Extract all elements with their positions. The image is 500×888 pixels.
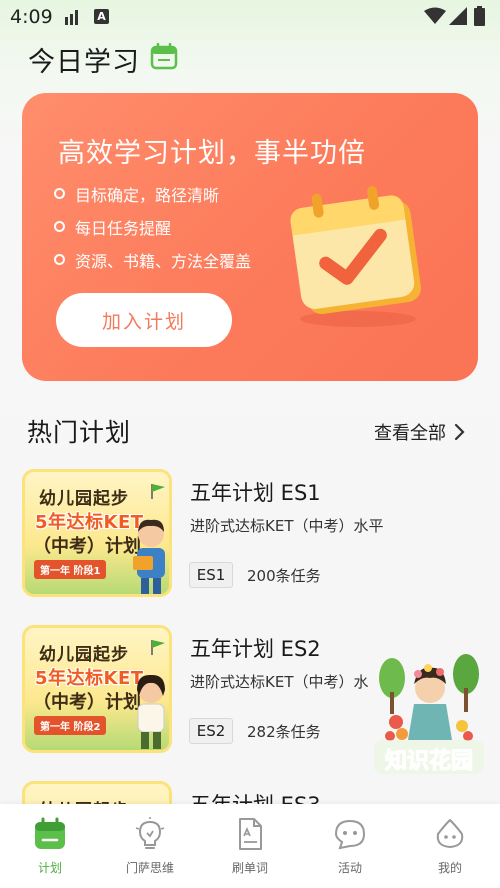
nav-label: 刷单词 xyxy=(231,861,268,875)
thumb-tag: 第一年 阶段1 xyxy=(34,560,107,579)
hero-bullet-text: 每日任务提醒 xyxy=(75,218,172,238)
hero-bullet-list: 目标确定，路径清晰 每日任务提醒 资源、书籍、方法全覆盖 xyxy=(54,177,251,276)
nav-label: 门萨思维 xyxy=(125,861,174,875)
garden-badge-label: 知识花园 xyxy=(385,748,473,774)
thumb-title: 幼儿园起步 xyxy=(39,645,129,665)
plan-description: 进阶式达标KET（中考）水平 xyxy=(190,517,384,535)
profile-face-icon xyxy=(436,819,464,848)
thumb-subtitle: （中考）计划 xyxy=(33,536,141,557)
calendar-check-illustration-icon xyxy=(290,185,421,327)
view-all-label: 查看全部 xyxy=(374,423,446,444)
nav-label: 计划 xyxy=(37,861,62,875)
a-notification-icon: A xyxy=(94,9,109,24)
hero-card: 高效学习计划，事半功倍 目标确定，路径清晰 每日任务提醒 资源、书籍、方法全覆盖… xyxy=(22,93,478,381)
plan-code-badge: ES2 xyxy=(189,718,233,744)
plan-name: 五年计划 ES1 xyxy=(190,481,321,505)
kid-reading-icon xyxy=(133,519,165,594)
hero-bullet-text: 目标确定，路径清晰 xyxy=(75,185,220,205)
bullet-circle-icon xyxy=(54,221,65,232)
lightbulb-icon xyxy=(135,817,165,849)
hero-bullet: 每日任务提醒 xyxy=(54,210,251,243)
plan-thumbnail: 幼儿园起步 5年达标KET （中考）计划 第一年 阶段1 xyxy=(22,469,172,597)
plan-task-count: 200条任务 xyxy=(247,567,321,585)
plan-description: 进阶式达标KET（中考）水 xyxy=(190,673,369,691)
flag-icon xyxy=(151,640,165,655)
nav-item-plan[interactable]: 计划 xyxy=(0,804,100,888)
plan-name: 五年计划 ES2 xyxy=(190,637,321,661)
calendar-icon[interactable] xyxy=(150,43,178,70)
document-icon xyxy=(239,818,262,850)
plan-item[interactable]: 幼儿园起步 5年达标KET （中考）计划 第一年 阶段1 五年计划 ES1 进阶… xyxy=(22,469,482,597)
join-plan-button[interactable]: 加入计划 xyxy=(56,293,232,347)
thumb-subtitle: （中考）计划 xyxy=(33,692,141,713)
calendar-icon xyxy=(35,817,65,849)
status-time: 4:09 xyxy=(10,6,53,28)
flag-icon xyxy=(151,484,165,499)
thumb-subtitle: 5年达标KET xyxy=(35,512,144,533)
page-title: 今日学习 xyxy=(28,47,140,78)
hero-bullet: 目标确定，路径清晰 xyxy=(54,177,251,210)
plan-code-badge: ES1 xyxy=(189,562,233,588)
nav-item-words[interactable]: 刷单词 xyxy=(200,804,300,888)
battery-icon xyxy=(474,6,485,26)
kid-standing-icon xyxy=(137,674,165,749)
hero-bullet: 资源、书籍、方法全覆盖 xyxy=(54,243,251,276)
cellular-icon xyxy=(449,7,467,25)
nav-label: 我的 xyxy=(437,861,462,875)
status-bar: 4:09 A xyxy=(0,0,500,34)
section-title: 热门计划 xyxy=(27,418,132,447)
nav-item-activity[interactable]: 活动 xyxy=(300,804,400,888)
plan-thumbnail: 幼儿园起步 5年达标KET （中考）计划 第一年 阶段2 xyxy=(22,625,172,753)
chat-face-icon xyxy=(334,819,366,850)
thumb-subtitle: 5年达标KET xyxy=(35,668,144,689)
knowledge-garden-badge[interactable]: 知识花园 xyxy=(374,652,484,776)
bullet-circle-icon xyxy=(54,188,65,199)
thumb-tag: 第一年 阶段2 xyxy=(34,716,107,735)
wifi-icon xyxy=(424,7,446,24)
bottom-nav: 计划 门萨思维 刷单词 活动 我的 xyxy=(0,804,500,888)
nav-item-mine[interactable]: 我的 xyxy=(400,804,500,888)
plan-task-count: 282条任务 xyxy=(247,723,321,741)
bullet-circle-icon xyxy=(54,254,65,265)
nav-item-mensa[interactable]: 门萨思维 xyxy=(100,804,200,888)
chevron-right-icon xyxy=(454,423,465,441)
signal-bars-icon xyxy=(65,10,78,25)
thumb-title: 幼儿园起步 xyxy=(39,489,129,509)
hero-bullet-text: 资源、书籍、方法全覆盖 xyxy=(75,251,252,271)
hero-title: 高效学习计划，事半功倍 xyxy=(58,138,366,169)
view-all-link[interactable]: 查看全部 xyxy=(374,419,466,445)
nav-label: 活动 xyxy=(337,861,362,875)
